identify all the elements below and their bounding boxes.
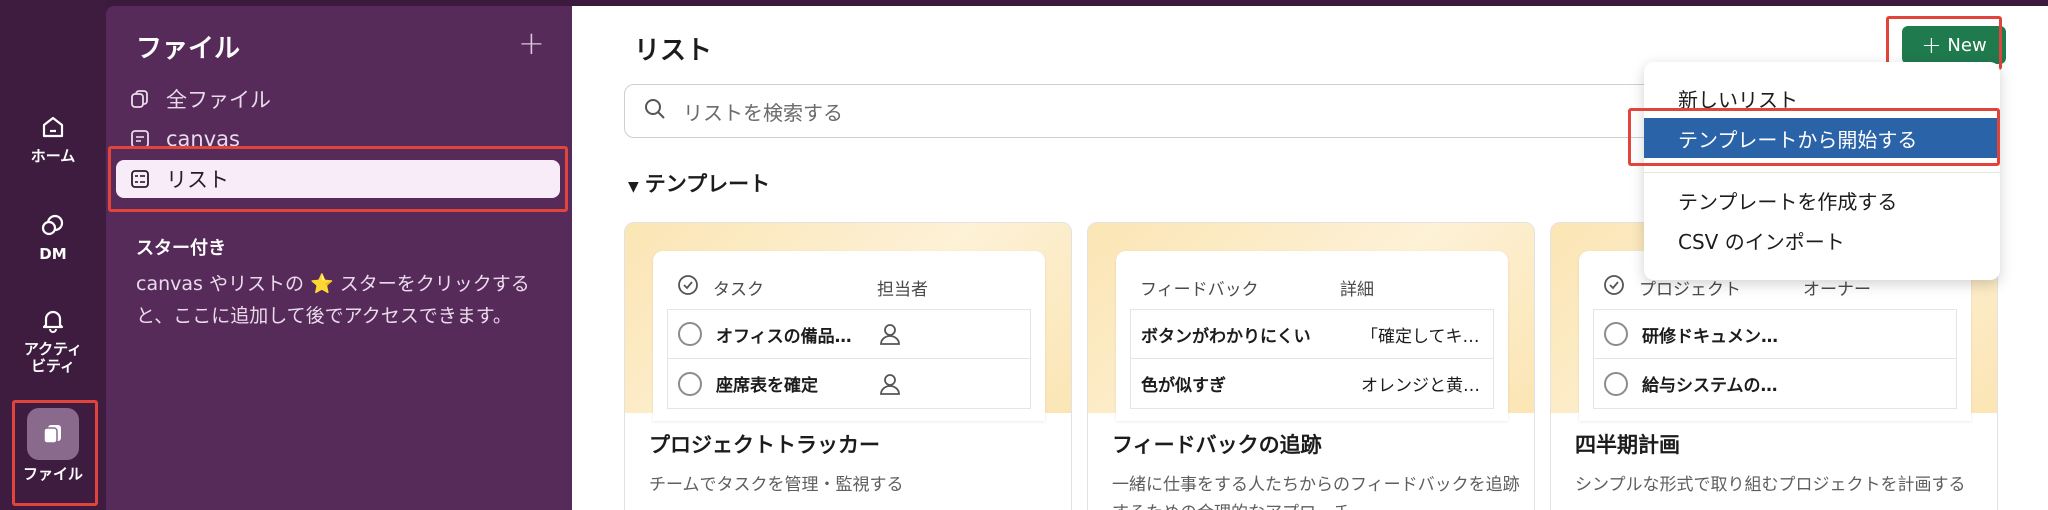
- table-row: ボタンがわかりにくい 「確定してキ…: [1130, 309, 1494, 359]
- highlight-from-template: [1628, 108, 2000, 166]
- sidebar-title: ファイル: [136, 34, 241, 64]
- page-title: リスト: [634, 36, 713, 66]
- highlight-sidebar-lists: [108, 146, 568, 212]
- sidebar-item-label: 全ファイル: [166, 88, 271, 112]
- card-description: シンプルな形式で取り組むプロジェクトを計画する: [1575, 475, 1966, 495]
- card-title: 四半期計画: [1575, 433, 1680, 457]
- check-circle-icon: [1603, 274, 1625, 301]
- circle-icon: [678, 322, 702, 346]
- circle-icon: [1604, 371, 1628, 396]
- circle-icon: [678, 371, 702, 396]
- template-card-project-tracker[interactable]: タスク 担当者 オフィスの備品… 座席表を確定 プロジェクトトラッカー チームで…: [624, 222, 1072, 510]
- card-description: チームでタスクを管理・監視する: [649, 475, 904, 495]
- table-cell: 研修ドキュメン…: [1642, 326, 1778, 347]
- sidebar-item-all-files[interactable]: 全ファイル: [130, 80, 271, 118]
- templates-section-toggle[interactable]: ▼ テンプレート: [628, 168, 770, 198]
- bell-icon: [38, 305, 68, 335]
- column-header: フィードバック: [1140, 279, 1259, 300]
- card-description: 一緒に仕事をする人たちからのフィードバックを追跡するための合理的なアプローチ: [1112, 475, 1520, 510]
- table-row: 座席表を確定: [667, 359, 1031, 409]
- files-icon: [130, 87, 154, 111]
- table-cell: ボタンがわかりにくい: [1141, 326, 1311, 347]
- rail-home[interactable]: ホーム: [0, 112, 106, 165]
- table-cell: オフィスの備品…: [716, 326, 852, 347]
- highlight-rail-files: [12, 400, 98, 506]
- new-menu: 新しいリスト テンプレートから開始する テンプレートを作成する CSV のインポ…: [1644, 62, 2000, 280]
- table-header: タスク 担当者: [667, 265, 1031, 309]
- rail-activity[interactable]: アクティ ビティ: [0, 305, 106, 375]
- column-header: 詳細: [1340, 279, 1374, 300]
- circle-icon: [1604, 322, 1628, 346]
- column-header: タスク: [713, 279, 764, 300]
- dm-icon: [38, 210, 68, 240]
- search-placeholder: リストを検索する: [683, 100, 843, 125]
- card-title: フィードバックの追跡: [1112, 433, 1322, 457]
- starred-description: canvas やリストの ⭐ スターをクリックすると、ここに追加して後でアクセス…: [136, 273, 530, 327]
- card-preview-table: タスク 担当者 オフィスの備品… 座席表を確定: [653, 251, 1045, 421]
- rail-activity-label: アクティ ビティ: [23, 340, 83, 375]
- person-icon: [878, 372, 902, 396]
- table-cell: 座席表を確定: [716, 376, 818, 396]
- templates-heading: テンプレート: [644, 172, 771, 196]
- table-header: フィードバック 詳細: [1130, 265, 1494, 309]
- table-cell: 給与システムの…: [1642, 376, 1778, 396]
- table-row: 色が似すぎ オレンジと黄…: [1130, 359, 1494, 409]
- menu-item-import-csv[interactable]: CSV のインポート: [1678, 226, 1845, 255]
- files-sidebar: ファイル + 全ファイル canvas リスト スター付き canvas やリス…: [106, 6, 572, 510]
- template-card-feedback-tracker[interactable]: フィードバック 詳細 ボタンがわかりにくい 「確定してキ… 色が似すぎ オレンジ…: [1087, 222, 1535, 510]
- caret-down-icon: ▼: [628, 179, 639, 195]
- menu-item-create-template[interactable]: テンプレートを作成する: [1678, 186, 1897, 215]
- menu-divider: [1644, 172, 2000, 173]
- table-cell: 「確定してキ…: [1361, 326, 1480, 347]
- card-title: プロジェクトトラッカー: [649, 433, 880, 457]
- card-preview-table: フィードバック 詳細 ボタンがわかりにくい 「確定してキ… 色が似すぎ オレンジ…: [1116, 251, 1508, 421]
- card-preview: タスク 担当者 オフィスの備品… 座席表を確定: [625, 223, 1071, 421]
- card-preview: フィードバック 詳細 ボタンがわかりにくい 「確定してキ… 色が似すぎ オレンジ…: [1088, 223, 1534, 421]
- starred-heading: スター付き: [136, 238, 226, 259]
- column-header: 担当者: [877, 279, 928, 300]
- person-icon: [878, 322, 902, 346]
- rail-dm[interactable]: DM: [0, 210, 106, 263]
- table-row: 研修ドキュメン…: [1593, 309, 1957, 359]
- table-row: オフィスの備品…: [667, 309, 1031, 359]
- table-cell: 色が似すぎ: [1141, 376, 1226, 396]
- add-file-button[interactable]: +: [518, 24, 545, 62]
- rail-home-label: ホーム: [30, 147, 76, 165]
- home-icon: [38, 112, 68, 142]
- rail-dm-label: DM: [39, 245, 67, 263]
- table-row: 給与システムの…: [1593, 359, 1957, 409]
- search-icon: [643, 97, 667, 125]
- check-circle-icon: [677, 274, 699, 301]
- table-cell: オレンジと黄…: [1361, 376, 1480, 396]
